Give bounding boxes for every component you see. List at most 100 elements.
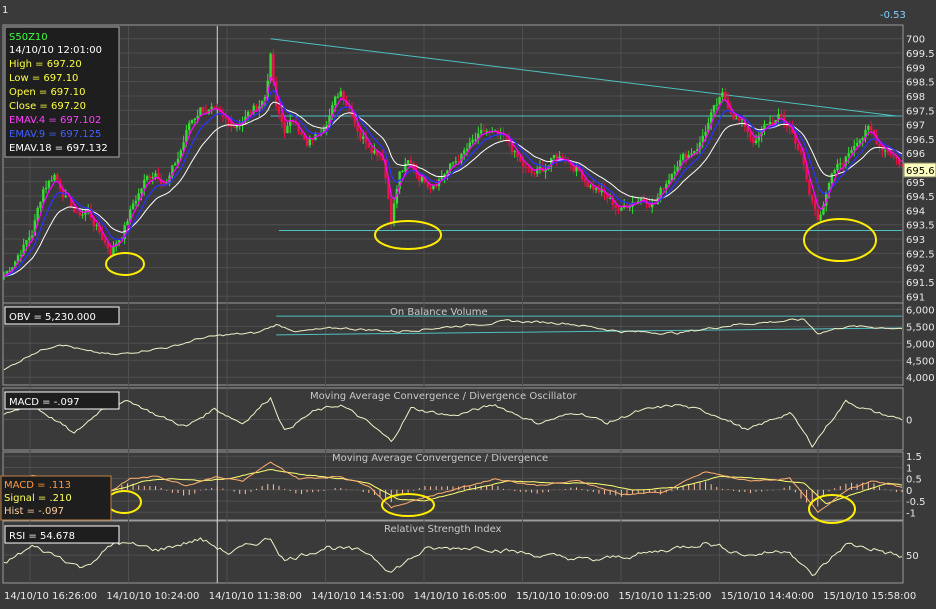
- candle-body: [44, 187, 48, 190]
- price-y-tick: 692.5: [906, 249, 935, 260]
- price-y-tick: 699.5: [906, 49, 935, 60]
- candle-body: [586, 181, 589, 188]
- candle-body: [280, 113, 284, 122]
- candle-body: [836, 164, 839, 170]
- candle-body: [42, 189, 45, 202]
- candle-body: [766, 124, 769, 126]
- price-y-tick: 699: [906, 63, 925, 74]
- candle-body: [892, 155, 895, 157]
- macd-y-tick: 0: [906, 486, 912, 497]
- candle-body: [333, 96, 337, 106]
- info-low: Low = 697.10: [9, 73, 78, 84]
- candle-body: [454, 161, 458, 163]
- price-y-tick: 694: [906, 206, 925, 217]
- price-info-box: S50Z10 14/10/10 12:01:00 High = 697.20 L…: [4, 26, 120, 158]
- candle-body: [465, 148, 469, 151]
- rsi-value-box: RSI = 54.678: [4, 525, 120, 544]
- info-ema18: EMAV.18 = 697.132: [9, 143, 108, 154]
- price-y-tick: 696: [906, 149, 925, 160]
- candle-body: [81, 214, 84, 216]
- info-ema9: EMAV.9 = 697.125: [9, 129, 101, 140]
- macd-title: Moving Average Convergence / Divergence: [332, 453, 548, 464]
- candle-body: [249, 111, 253, 113]
- candle-body: [269, 53, 272, 81]
- candle-body: [131, 203, 135, 210]
- price-y-tick: 691: [906, 292, 925, 303]
- candle-body: [283, 121, 286, 134]
- price-y-tick: 691.5: [906, 278, 935, 289]
- rsi-title: Relative Strength Index: [384, 524, 502, 535]
- candle-body: [533, 173, 536, 175]
- obv-y-tick: 4,500: [906, 356, 935, 367]
- candle-body: [519, 157, 522, 162]
- candle-body: [527, 167, 530, 169]
- candle-body: [151, 177, 154, 179]
- candle-body: [690, 153, 693, 155]
- candle-body: [148, 176, 152, 179]
- rsi-y-tick: 50: [906, 551, 919, 562]
- candle-body: [883, 150, 887, 152]
- hist-value: Hist = -.097: [4, 506, 64, 517]
- candle-body: [816, 209, 820, 221]
- macd-osc-value-box: MACD = -.097: [4, 391, 120, 410]
- candle-body: [25, 240, 28, 245]
- candle-body: [712, 105, 716, 113]
- candle-body: [583, 179, 587, 182]
- candle-body: [608, 198, 612, 200]
- price-y-tick: 698: [906, 92, 925, 103]
- macd-osc-title: Moving Average Convergence / Divergence …: [310, 391, 577, 402]
- price-y-tick: 697: [906, 121, 925, 132]
- candle-body: [867, 126, 870, 130]
- candle-body: [173, 163, 177, 166]
- candle-body: [799, 149, 803, 152]
- candle-body: [373, 150, 376, 154]
- candle-body: [277, 106, 281, 114]
- candle-body: [552, 154, 556, 158]
- last-price-label: 695.6: [906, 166, 935, 177]
- macd-value: MACD = .113: [4, 480, 71, 491]
- x-tick-label: 14/10/10 14:51:00: [311, 591, 404, 602]
- candle-body: [75, 212, 79, 214]
- candle-body: [855, 142, 859, 146]
- candle-body: [95, 225, 98, 227]
- candle-body: [768, 122, 772, 125]
- candle-body: [429, 186, 432, 189]
- candle-body: [738, 118, 741, 121]
- candle-body: [199, 107, 202, 116]
- candle-body: [339, 91, 342, 97]
- candle-body: [847, 153, 850, 157]
- candle-body: [684, 153, 688, 159]
- obv-y-tick: 5,500: [906, 322, 935, 333]
- candle-body: [451, 162, 455, 164]
- candle-body: [681, 153, 685, 160]
- candle-body: [406, 160, 410, 164]
- x-tick-label: 14/10/10 16:05:00: [414, 591, 507, 602]
- rsi-value: RSI = 54.678: [9, 531, 75, 542]
- candle-body: [392, 203, 396, 224]
- x-tick-label: 14/10/10 11:38:00: [209, 591, 302, 602]
- obv-value: OBV = 5,230.000: [9, 312, 96, 323]
- candle-body: [704, 131, 707, 136]
- candle-body: [202, 107, 205, 112]
- change-value: -0.53: [880, 10, 906, 21]
- candle-body: [614, 204, 617, 209]
- candle-body: [482, 129, 486, 132]
- candle-body: [47, 180, 51, 188]
- obv-y-tick: 6,000: [906, 305, 935, 316]
- candle-body: [64, 195, 67, 198]
- candle-body: [235, 125, 239, 128]
- candle-body: [432, 185, 435, 189]
- candle-body: [673, 171, 676, 174]
- obv-y-tick: 5,000: [906, 339, 935, 350]
- candle-body: [479, 129, 483, 134]
- candle-body: [420, 176, 424, 182]
- candle-body: [50, 180, 53, 182]
- candle-body: [140, 188, 143, 194]
- candle-body: [305, 139, 309, 146]
- candle-body: [833, 169, 836, 174]
- info-datetime: 14/10/10 12:01:00: [9, 45, 102, 56]
- price-y-tick: 694.5: [906, 192, 935, 203]
- macd-value-box: MACD = .113 Signal = .210 Hist = -.097: [0, 475, 112, 521]
- candle-body: [819, 214, 822, 221]
- obv-y-tick: 4,000: [906, 373, 935, 384]
